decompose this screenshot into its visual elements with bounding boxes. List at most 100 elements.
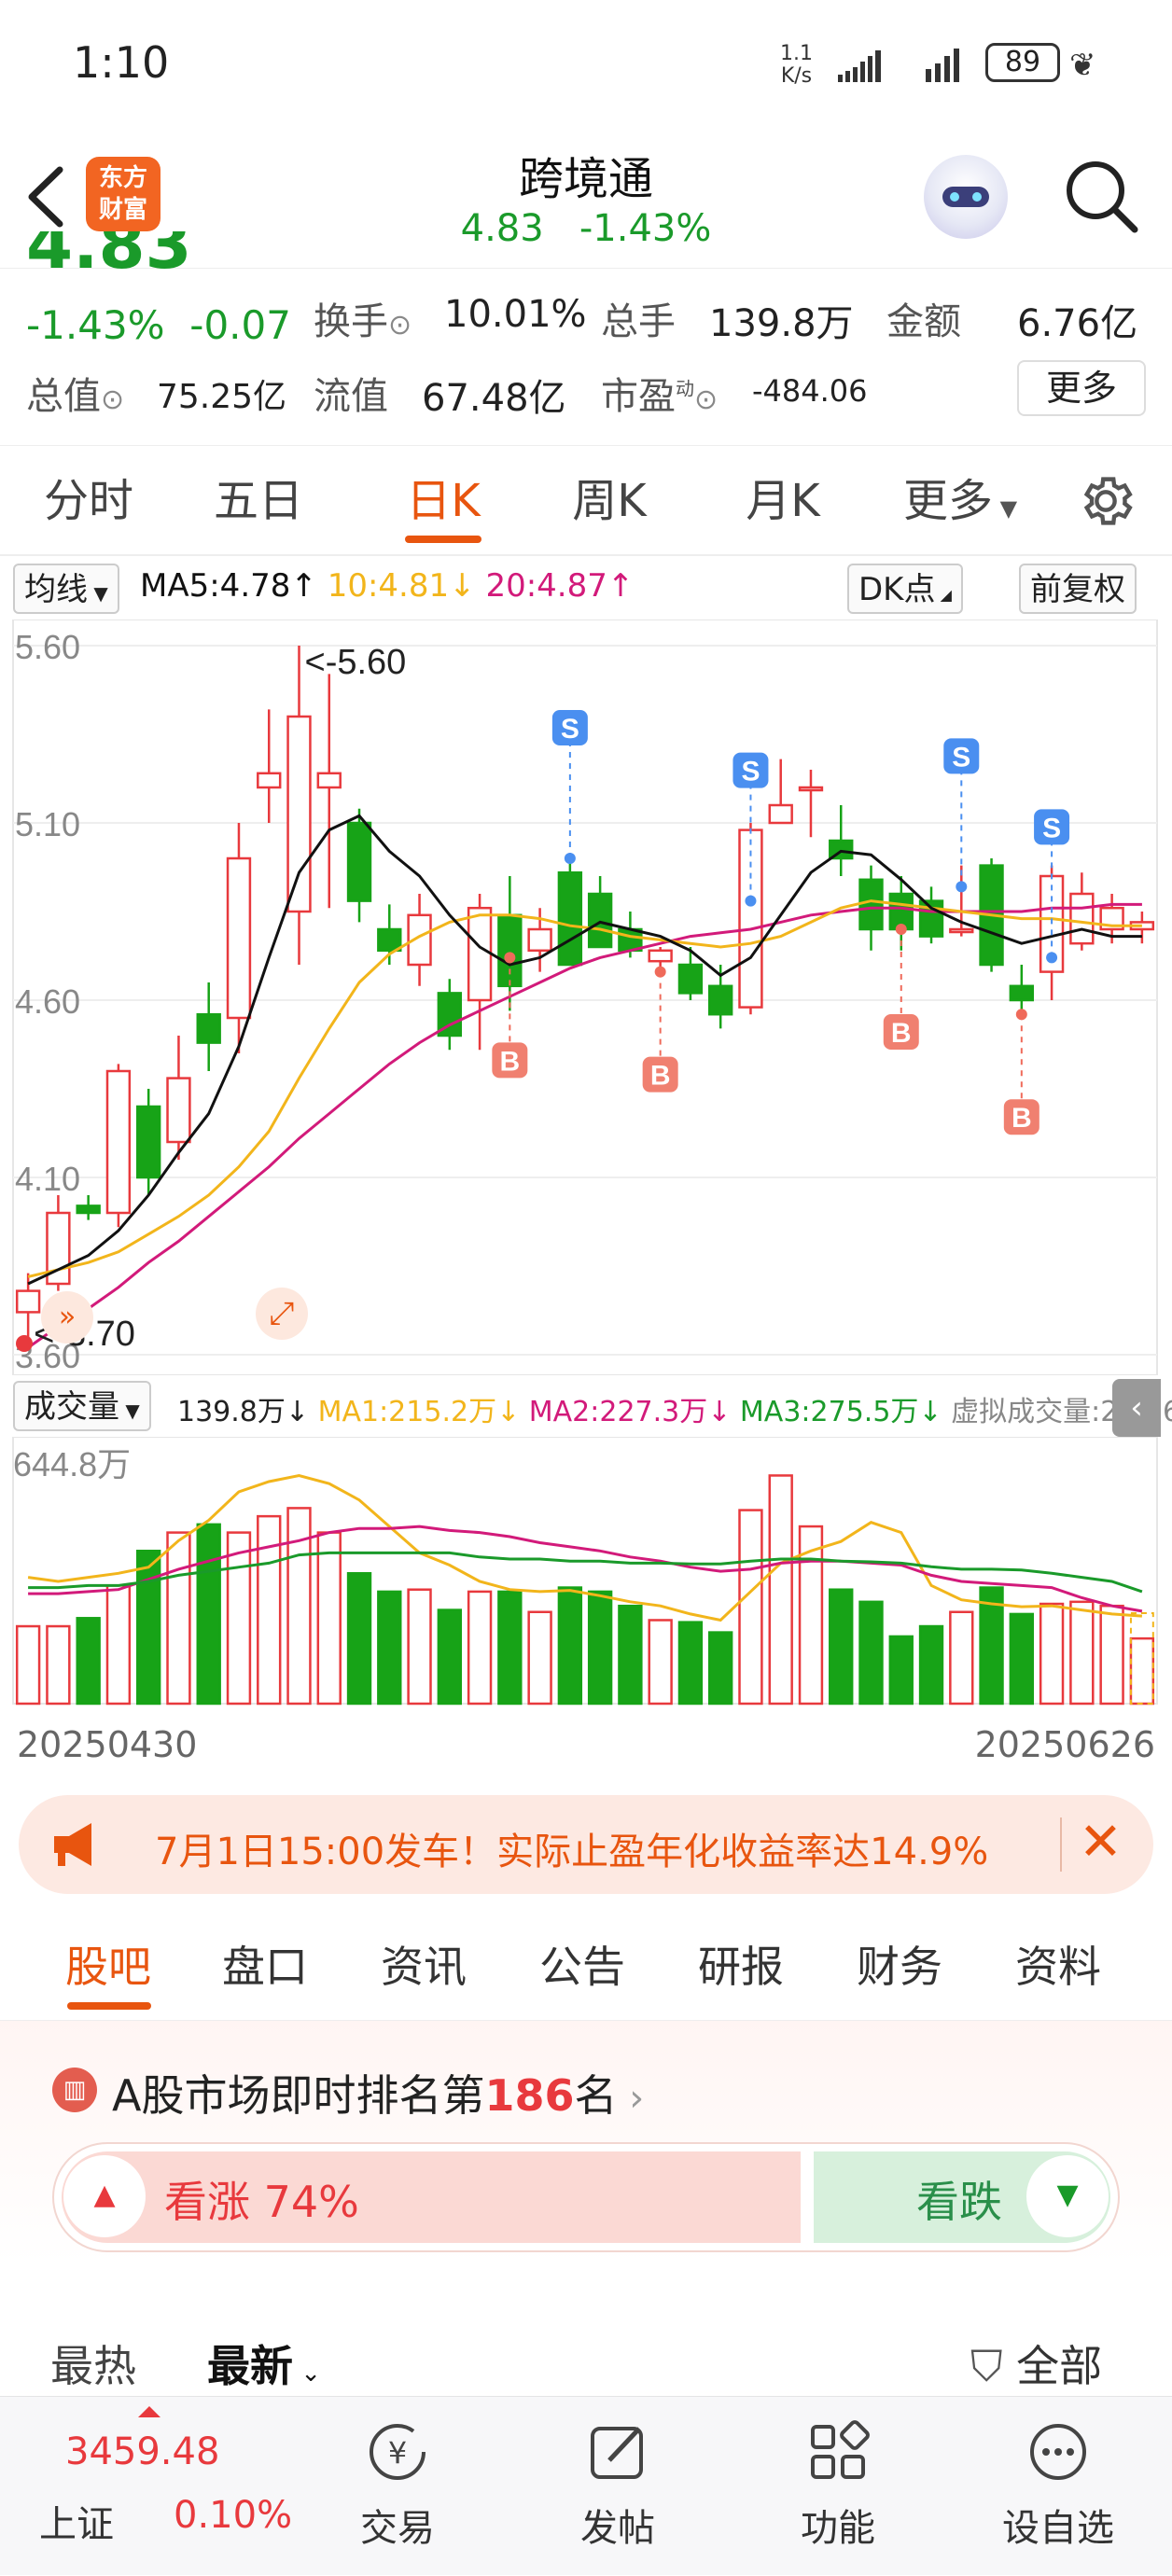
signal-dot [1015, 1009, 1027, 1021]
float-value: 67.48亿 [422, 377, 566, 420]
volume-selector[interactable]: 成交量 ▼ [13, 1381, 151, 1431]
volume-bar [467, 1590, 493, 1706]
rank-panel: ▥ A股市场即时排名第186名 › ▲ 看涨 74% 看跌 ▼ [0, 2021, 1172, 2263]
ai-assistant-avatar[interactable] [924, 155, 1008, 239]
tab-monthly-k[interactable]: 月K [732, 446, 834, 556]
volume-ma3-line [28, 1551, 1143, 1594]
volume-bar [377, 1590, 402, 1706]
grid-icon [811, 2420, 870, 2479]
promo-banner[interactable]: 7月1日15:00发车！实际止盈年化收益率达14.9% ✕ [19, 1795, 1153, 1894]
adjust-button[interactable]: 前复权 [1019, 564, 1137, 614]
signal-label: B [500, 1046, 521, 1077]
candle-body [707, 984, 733, 1016]
nav-function[interactable]: 功能 [773, 2397, 903, 2576]
caret-down-icon: ▼ [993, 495, 1018, 522]
signal-dot [654, 966, 666, 978]
down-triangle-icon[interactable]: ▼ [1026, 2155, 1109, 2237]
sort-new[interactable]: 最新 ⌄ [207, 2332, 321, 2394]
volume-bar [196, 1523, 221, 1706]
candle-body [1069, 892, 1095, 945]
nav-watchlist[interactable]: 设自选 [993, 2397, 1123, 2576]
trade-yen-icon: ¥ [370, 2424, 426, 2480]
settings-gear-icon[interactable] [1075, 470, 1137, 532]
candle-body [105, 1069, 132, 1215]
candle-body [557, 870, 583, 967]
ma-selector[interactable]: 均线 ▼ [13, 564, 119, 614]
candle-body [257, 772, 282, 789]
y-tick-label: 5.10 [15, 805, 80, 843]
sentiment-bar: ▲ 看涨 74% 看跌 ▼ [52, 2142, 1120, 2252]
post-sort-bar: 最热 最新 ⌄ ⛉ 全部 [0, 2323, 1172, 2398]
volume-bar [888, 1635, 914, 1706]
volume-bar [497, 1590, 523, 1706]
volume-bar [738, 1509, 763, 1706]
volume-bar [437, 1608, 463, 1706]
dk-point-button[interactable]: DK点 ◢ [847, 564, 963, 614]
candle-body [15, 1289, 41, 1314]
signal-dot [895, 924, 907, 935]
collapse-chevron-icon[interactable]: ‹ [1112, 1379, 1161, 1437]
candle-body [798, 786, 824, 792]
volume-bar [768, 1474, 793, 1706]
volume-max-label: 644.8万 [13, 1445, 131, 1483]
tab-fenshi[interactable]: 分时 [37, 446, 140, 556]
filter-all[interactable]: ⛉ 全部 [970, 2332, 1102, 2394]
active-tab-indicator [405, 536, 481, 543]
tab-zixun[interactable]: 资讯 [381, 1913, 467, 2021]
volume-bar [1039, 1602, 1065, 1706]
close-icon[interactable]: ✕ [1079, 1812, 1123, 1873]
candle-body [135, 1105, 161, 1179]
tab-more[interactable]: 更多 ▼ [903, 446, 1025, 556]
tab-caiwu[interactable]: 财务 [857, 1913, 942, 2021]
candle-body [738, 828, 763, 1009]
caret-down-icon: ▼ [119, 1399, 140, 1422]
up-triangle-icon[interactable]: ▲ [63, 2155, 146, 2237]
bearish-label: 看跌 [916, 2177, 1002, 2227]
tab-yanbao[interactable]: 研报 [698, 1913, 784, 2021]
tab-gonggao[interactable]: 公告 [539, 1913, 625, 2021]
rank-text[interactable]: A股市场即时排名第186名 › [112, 2062, 644, 2123]
volume-bar [918, 1624, 944, 1706]
leaf-icon: ❦ [1069, 47, 1096, 84]
volume-bar [46, 1624, 71, 1706]
volume-bar [226, 1531, 252, 1706]
candle-body [196, 1012, 221, 1044]
volume-bar [1129, 1636, 1155, 1706]
volume-bar [76, 1617, 101, 1706]
volume-bar [1099, 1604, 1124, 1706]
mktcap-label: 总值⊙ [26, 375, 125, 418]
tab-pankou[interactable]: 盘口 [222, 1913, 308, 2021]
tab-weekly-k[interactable]: 周K [558, 446, 661, 556]
mktcap-value: 75.25亿 [157, 378, 287, 416]
expand-icon[interactable]: ⤢ [256, 1288, 308, 1340]
nav-trade[interactable]: ¥ 交易 [332, 2397, 463, 2576]
end-date: 20250626 [974, 1724, 1155, 1765]
sort-hot[interactable]: 最热 [50, 2332, 136, 2394]
volume-chart: 644.8万 [12, 1437, 1158, 1706]
signal-dot [956, 881, 968, 893]
more-button[interactable]: 更多 [1017, 360, 1146, 416]
nav-post[interactable]: 发帖 [552, 2397, 683, 2576]
volume-bar [1009, 1612, 1035, 1706]
start-date: 20250430 [17, 1724, 198, 1765]
signal-dot [1046, 952, 1058, 964]
volume-bar [1069, 1600, 1095, 1706]
index-change[interactable]: 0.10% [174, 2494, 292, 2537]
tab-wuri[interactable]: 五日 [207, 446, 310, 556]
index-value[interactable]: 3459.48 [65, 2430, 219, 2473]
volume-bar [316, 1531, 342, 1706]
search-icon[interactable] [1062, 157, 1140, 235]
candle-body [76, 1204, 101, 1215]
double-chevron-right-icon[interactable]: » [41, 1291, 93, 1344]
candle-body [1009, 984, 1035, 1002]
info-icon: ⊙ [388, 309, 412, 341]
tab-ziliao[interactable]: 资料 [1015, 1913, 1101, 2021]
index-name[interactable]: 上证 [39, 2494, 114, 2548]
candle-body [286, 715, 312, 913]
kline-chart[interactable]: 5.605.104.604.103.60SSSSBBBB<-5.60<-3.70 [0, 620, 1172, 1375]
battery-icon: 89 [985, 43, 1060, 82]
status-bar: 1:10 1.1 K/s 89 ❦ [0, 0, 1172, 131]
signal-dot [564, 853, 576, 864]
bottom-nav: 3459.48 上证 0.10% ¥ 交易 发帖 功能 设自选 [0, 2396, 1172, 2575]
float-label: 流值 [314, 375, 388, 418]
